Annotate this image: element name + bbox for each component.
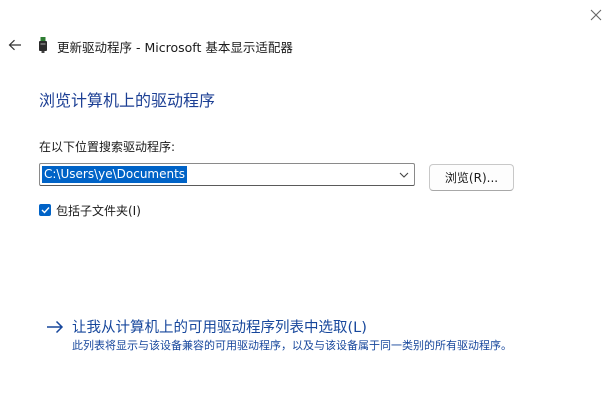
pick-from-list-description: 此列表将显示与该设备兼容的可用驱动程序，以及与该设备属于同一类别的所有驱动程序。 xyxy=(72,339,512,352)
back-arrow-icon xyxy=(8,39,21,51)
browse-button[interactable]: 浏览(R)... xyxy=(429,164,514,191)
display-adapter-icon xyxy=(39,37,47,53)
include-subfolders-checkbox[interactable] xyxy=(39,204,51,216)
close-icon xyxy=(590,9,602,21)
pick-from-list-label[interactable]: 让我从计算机上的可用驱动程序列表中选取(L) xyxy=(72,316,367,337)
checkmark-icon xyxy=(41,207,50,214)
window-title: 更新驱动程序 - Microsoft 基本显示适配器 xyxy=(57,40,293,55)
include-subfolders-label[interactable]: 包括子文件夹(I) xyxy=(56,202,141,219)
back-button[interactable] xyxy=(4,34,26,56)
search-location-label: 在以下位置搜索驱动程序: xyxy=(39,140,176,154)
update-driver-dialog: 更新驱动程序 - Microsoft 基本显示适配器 浏览计算机上的驱动程序 在… xyxy=(0,0,613,411)
page-title: 浏览计算机上的驱动程序 xyxy=(39,91,216,110)
arrow-right-icon[interactable] xyxy=(46,320,64,334)
close-button[interactable] xyxy=(581,2,611,28)
title-bar: 更新驱动程序 - Microsoft 基本显示适配器 xyxy=(0,33,613,59)
path-combobox[interactable]: C:\Users\ye\Documents xyxy=(39,163,415,186)
chevron-down-icon[interactable] xyxy=(398,169,410,181)
pick-from-list-link[interactable]: 让我从计算机上的可用驱动程序列表中选取(L) xyxy=(46,316,367,337)
include-subfolders-option[interactable]: 包括子文件夹(I) xyxy=(39,202,141,218)
path-value[interactable]: C:\Users\ye\Documents xyxy=(42,166,188,183)
